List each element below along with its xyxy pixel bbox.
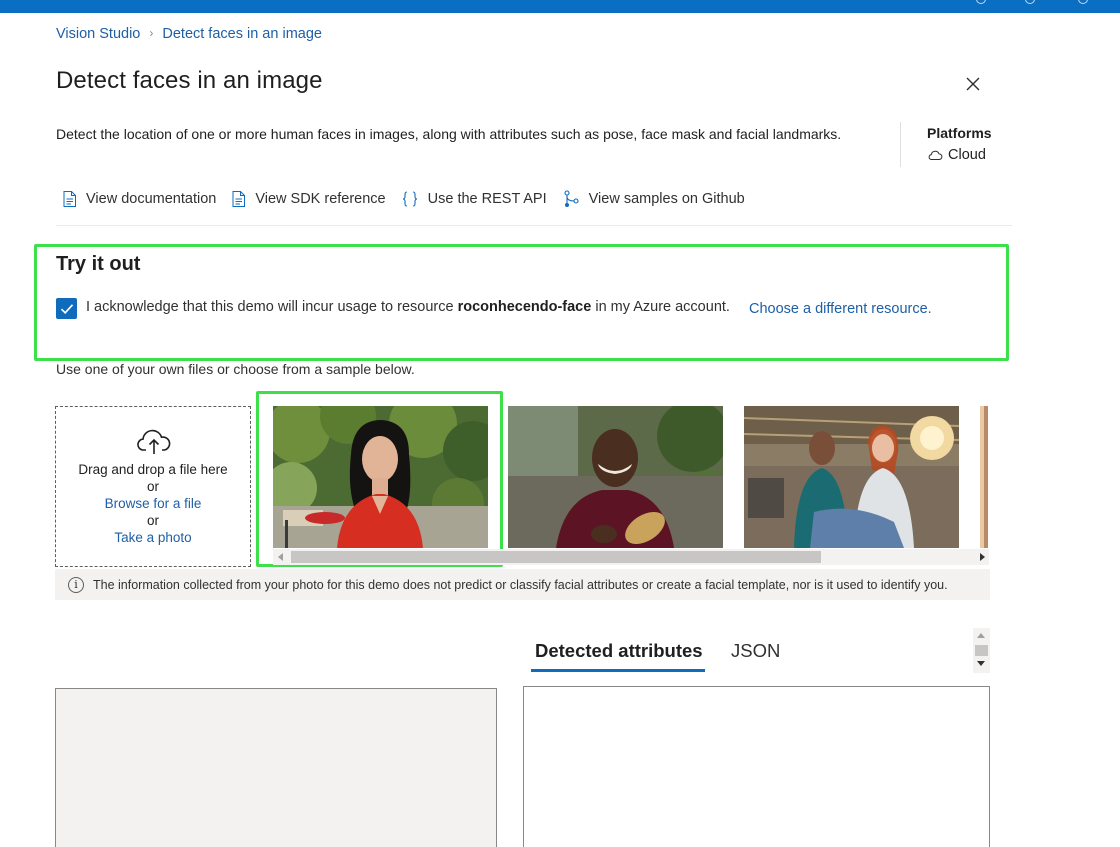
sample-image[interactable] — [980, 406, 988, 548]
scroll-left-icon[interactable] — [278, 553, 283, 561]
active-tab-indicator — [531, 669, 705, 672]
breadcrumb: Vision Studio › Detect faces in an image — [56, 26, 322, 42]
privacy-info-text: The information collected from your phot… — [93, 577, 948, 592]
file-dropzone[interactable]: Drag and drop a file here or Browse for … — [55, 406, 251, 567]
platforms-title: Platforms — [927, 125, 992, 141]
samples-intro: Use one of your own files or choose from… — [56, 361, 415, 377]
breadcrumb-current-link[interactable]: Detect faces in an image — [162, 26, 322, 42]
link-label: View documentation — [86, 191, 217, 207]
close-icon — [966, 77, 980, 91]
acknowledge-label: I acknowledge that this demo will incur … — [86, 299, 730, 315]
cloud-upload-icon — [137, 429, 171, 454]
drop-title: Drag and drop a file here — [78, 462, 228, 477]
chevron-right-icon: › — [149, 26, 154, 40]
or-text: or — [146, 513, 159, 528]
resource-links: View documentation View SDK reference Us… — [63, 190, 761, 208]
document-icon — [63, 191, 76, 207]
divider — [56, 225, 1012, 226]
choose-different-resource-link[interactable]: Choose a different resource. — [749, 301, 932, 317]
page-title: Detect faces in an image — [56, 67, 323, 94]
scroll-down-icon[interactable] — [977, 661, 985, 666]
sample-image[interactable] — [744, 406, 959, 548]
document-icon — [232, 191, 246, 207]
privacy-info-bar: i The information collected from your ph… — [55, 569, 990, 600]
sample-image[interactable] — [273, 406, 488, 548]
view-samples-github-link[interactable]: View samples on Github — [563, 190, 745, 208]
top-bar-icon[interactable] — [976, 0, 986, 4]
braces-icon — [402, 191, 417, 207]
page-description: Detect the location of one or more human… — [56, 126, 842, 142]
scroll-right-icon[interactable] — [980, 553, 985, 561]
breadcrumb-root-link[interactable]: Vision Studio — [56, 26, 140, 42]
ack-suffix: in my Azure account. — [595, 299, 730, 315]
image-preview-panel — [55, 688, 497, 847]
link-label: View samples on Github — [588, 191, 745, 207]
ack-prefix: I acknowledge that this demo will incur … — [86, 299, 454, 315]
browse-file-link[interactable]: Browse for a file — [56, 495, 250, 512]
scrollbar-thumb[interactable] — [975, 645, 988, 656]
sample-gallery — [273, 406, 988, 548]
link-label: View SDK reference — [255, 191, 386, 207]
use-rest-api-link[interactable]: Use the REST API — [402, 191, 547, 207]
scrollbar-thumb[interactable] — [291, 551, 821, 563]
sample-image[interactable] — [508, 406, 723, 548]
info-icon: i — [68, 576, 84, 593]
tab-detected-attributes[interactable]: Detected attributes — [535, 640, 703, 662]
try-it-out-heading: Try it out — [56, 253, 141, 275]
or-text: or — [146, 479, 159, 494]
take-photo-link[interactable]: Take a photo — [56, 529, 250, 546]
tab-json[interactable]: JSON — [731, 640, 780, 662]
branch-icon — [564, 190, 579, 207]
view-sdk-reference-link[interactable]: View SDK reference — [232, 191, 386, 207]
link-label: Use the REST API — [427, 191, 547, 207]
resource-name: roconhecendo-face — [457, 299, 592, 315]
checkmark-icon — [60, 303, 73, 314]
acknowledge-checkbox[interactable] — [56, 298, 77, 319]
platforms-panel: Platforms Cloud — [900, 122, 992, 167]
results-scrollbar[interactable] — [973, 628, 990, 673]
platform-item: Cloud — [927, 144, 992, 166]
platform-label: Cloud — [948, 147, 986, 163]
top-bar — [0, 0, 1120, 13]
top-bar-icon[interactable] — [1078, 0, 1088, 4]
cloud-icon — [928, 150, 943, 160]
detected-attributes-panel — [523, 686, 990, 847]
close-button[interactable] — [963, 74, 983, 94]
scroll-up-icon[interactable] — [977, 633, 985, 638]
view-documentation-link[interactable]: View documentation — [63, 191, 216, 207]
gallery-scrollbar[interactable] — [273, 549, 989, 565]
top-bar-icon[interactable] — [1025, 0, 1035, 4]
